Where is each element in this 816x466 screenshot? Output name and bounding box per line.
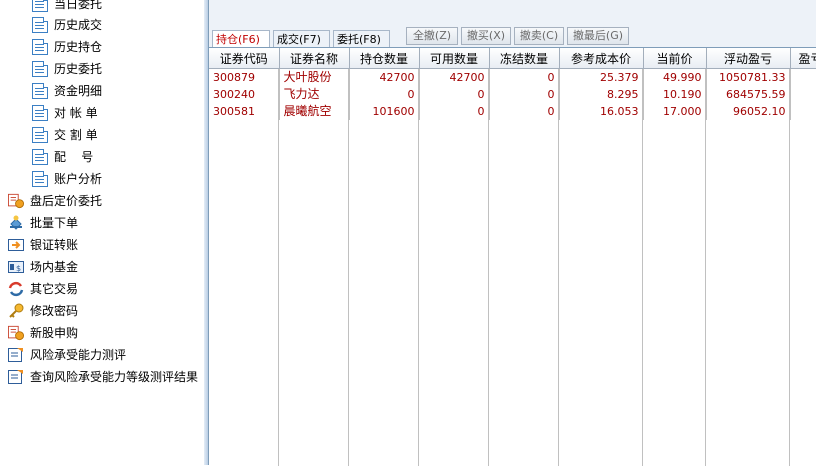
transfer-icon	[8, 239, 24, 251]
tab-orders[interactable]: 委托(F8)	[333, 30, 390, 47]
tab-bar: 持仓(F6) 成交(F7) 委托(F8) 全撤(Z) 撤买(X) 撤卖(C) 撤…	[209, 0, 816, 48]
tree-item-label: 盘后定价委托	[30, 194, 103, 208]
fund-icon: $	[8, 261, 24, 273]
column-header[interactable]: 证券名称	[279, 48, 350, 69]
tree-item-label: 配 号	[54, 150, 94, 164]
exchange-icon	[8, 281, 24, 297]
document-icon	[32, 17, 48, 33]
trade-main-panel: 持仓(F6) 成交(F7) 委托(F8) 全撤(Z) 撤买(X) 撤卖(C) 撤…	[209, 0, 816, 466]
cancel-all-button[interactable]: 全撤(Z)	[406, 27, 458, 45]
cell-code: 300879	[209, 68, 280, 86]
tree-item-label: 账户分析	[54, 172, 103, 186]
column-header[interactable]: 浮动盈亏	[706, 48, 791, 69]
cancel-last-button[interactable]: 撤最后(G)	[567, 27, 629, 45]
tree-item-label: 历史成交	[54, 18, 103, 32]
cell-pnl	[790, 86, 816, 103]
tree-item-label: 资金明细	[54, 84, 103, 98]
document-icon	[32, 83, 48, 99]
column-header[interactable]: 盈亏	[790, 48, 816, 69]
tree-item-label: 场内基金	[30, 260, 79, 274]
table-row[interactable]: 300879 大叶股份 42700 42700 0 25.379 49.990 …	[209, 68, 816, 86]
tree-item-label: 其它交易	[30, 282, 79, 296]
risk-result-icon	[8, 370, 23, 384]
column-divider	[348, 69, 349, 466]
cell-floating-pnl: 96052.10	[706, 103, 791, 120]
tree-item-label: 对 帐 单	[54, 106, 98, 120]
column-header[interactable]: 持仓数量	[349, 48, 420, 69]
cell-cost-price: 8.295	[559, 86, 644, 103]
cell-pnl	[790, 103, 816, 120]
tree-item-label: 批量下单	[30, 216, 79, 230]
cell-current-price: 17.000	[643, 103, 707, 120]
column-header[interactable]: 冻结数量	[489, 48, 560, 69]
cell-cost-price: 25.379	[559, 68, 644, 86]
cell-available-qty: 0	[419, 86, 490, 103]
cell-pnl	[790, 68, 816, 86]
cell-current-price: 10.190	[643, 86, 707, 103]
document-icon	[32, 149, 48, 165]
tree-item-label: 银证转账	[30, 238, 79, 252]
cell-holding-qty: 42700	[349, 68, 420, 86]
document-icon	[32, 0, 48, 12]
table-header-row: 证券代码 证券名称 持仓数量 可用数量 冻结数量 参考成本价 当前价 浮动盈亏 …	[209, 48, 816, 69]
cancel-sell-button[interactable]: 撤卖(C)	[514, 27, 564, 45]
cell-floating-pnl: 1050781.33	[706, 68, 791, 86]
batch-order-icon	[10, 215, 22, 230]
svg-text:$: $	[16, 264, 21, 273]
function-tree-panel: 当日委托 历史成交 历史持仓 历史委托 资金明细 对 帐 单 交 割 单 配 号…	[0, 0, 204, 465]
cell-frozen-qty: 0	[489, 68, 560, 86]
table-row[interactable]: 300581 晨曦航空 101600 0 0 16.053 17.000 960…	[209, 103, 816, 120]
column-divider	[705, 69, 706, 466]
column-divider	[642, 69, 643, 466]
positions-table: 证券代码 证券名称 持仓数量 可用数量 冻结数量 参考成本价 当前价 浮动盈亏 …	[209, 48, 816, 120]
tree-item-label: 查询风险承受能力等级测评结果	[30, 370, 199, 384]
column-header[interactable]: 参考成本价	[559, 48, 644, 69]
tree-item-label: 新股申购	[30, 326, 79, 340]
table-row[interactable]: 300240 飞力达 0 0 0 8.295 10.190 684575.59	[209, 86, 816, 103]
cell-holding-qty: 101600	[349, 103, 420, 120]
tree-item-label: 历史委托	[54, 62, 103, 76]
ipo-icon	[8, 325, 24, 341]
positions-table-container: 证券代码 证券名称 持仓数量 可用数量 冻结数量 参考成本价 当前价 浮动盈亏 …	[209, 47, 816, 466]
tree-item-label: 风险承受能力测评	[30, 348, 127, 362]
cell-name: 飞力达	[279, 86, 350, 103]
column-header[interactable]: 当前价	[643, 48, 707, 69]
column-divider	[488, 69, 489, 466]
tree-item-label: 交 割 单	[54, 128, 98, 142]
document-icon	[32, 61, 48, 77]
document-icon	[32, 39, 48, 55]
after-hours-icon	[8, 193, 24, 209]
cell-frozen-qty: 0	[489, 103, 560, 120]
column-divider	[558, 69, 559, 466]
cell-name: 晨曦航空	[279, 103, 350, 120]
column-header[interactable]: 证券代码	[209, 48, 280, 69]
tree-item-label: 历史持仓	[54, 40, 103, 54]
key-icon	[9, 303, 24, 318]
tab-deals[interactable]: 成交(F7)	[273, 30, 330, 47]
cell-code: 300240	[209, 86, 280, 103]
tree-item-label: 当日委托	[54, 0, 103, 11]
cancel-buy-button[interactable]: 撤买(X)	[461, 27, 511, 45]
document-icon	[32, 127, 48, 143]
cell-floating-pnl: 684575.59	[706, 86, 791, 103]
cell-holding-qty: 0	[349, 86, 420, 103]
cell-available-qty: 42700	[419, 68, 490, 86]
risk-test-icon	[8, 348, 23, 362]
column-divider	[789, 69, 790, 466]
cell-frozen-qty: 0	[489, 86, 560, 103]
cell-code: 300581	[209, 103, 280, 120]
column-header[interactable]: 可用数量	[419, 48, 490, 69]
cell-available-qty: 0	[419, 103, 490, 120]
document-icon	[32, 105, 48, 121]
column-divider	[278, 69, 279, 466]
document-icon	[32, 171, 48, 187]
tree-item-label: 修改密码	[30, 304, 79, 318]
cell-current-price: 49.990	[643, 68, 707, 86]
column-divider	[418, 69, 419, 466]
cell-name: 大叶股份	[279, 68, 350, 86]
tab-positions[interactable]: 持仓(F6)	[212, 30, 270, 48]
cell-cost-price: 16.053	[559, 103, 644, 120]
